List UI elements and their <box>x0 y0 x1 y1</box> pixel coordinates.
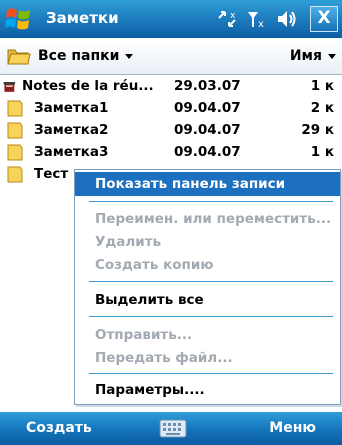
file-size: 29 к <box>301 122 334 138</box>
keyboard-icon[interactable] <box>159 419 187 438</box>
file-size: 2 к <box>310 100 334 116</box>
menu-item-options[interactable]: Параметры.... <box>75 378 340 402</box>
windows-start-icon[interactable] <box>4 4 34 34</box>
folder-dropdown-label: Все папки <box>38 48 120 64</box>
svg-text:x: x <box>230 11 236 21</box>
sort-dropdown-label: Имя <box>289 48 322 64</box>
list-item[interactable]: Заметка1 09.04.07 2 к <box>0 97 342 119</box>
svg-text:x: x <box>258 19 264 29</box>
menu-item-rename-move[interactable]: Переимен. или переместить... <box>75 207 340 231</box>
close-button[interactable]: X <box>310 6 338 32</box>
note-file-icon <box>3 82 16 92</box>
folder-bar: Все папки Имя <box>0 38 342 75</box>
signal-off-icon[interactable]: x <box>246 9 268 29</box>
menu-separator <box>89 373 333 374</box>
note-file-icon <box>7 166 23 183</box>
sort-dropdown[interactable]: Имя <box>290 48 336 64</box>
file-date: 09.04.07 <box>174 100 241 116</box>
folder-dropdown[interactable]: Все папки <box>6 44 134 68</box>
volume-icon[interactable] <box>276 9 298 29</box>
note-file-icon <box>7 122 23 139</box>
menu-separator <box>89 316 333 317</box>
new-softkey[interactable]: Создать <box>26 420 92 436</box>
file-size: 1 к <box>310 78 334 94</box>
connectivity-icon[interactable]: x <box>216 9 238 29</box>
note-file-icon <box>7 144 23 161</box>
list-item[interactable]: Заметка3 09.04.07 1 к <box>0 141 342 163</box>
menu-item-select-all[interactable]: Выделить все <box>75 288 340 312</box>
menu-item-beam-file[interactable]: Передать файл... <box>75 346 340 370</box>
menu-separator <box>89 281 333 282</box>
list-item[interactable]: Notes de la réu... 29.03.07 1 к <box>0 75 342 97</box>
folders-icon <box>7 49 31 65</box>
softkey-bar: Создать Меню <box>0 412 342 445</box>
menu-item-show-recording-toolbar[interactable]: Показать панель записи <box>75 172 340 196</box>
note-file-icon <box>7 100 23 117</box>
file-name: Заметка2 <box>34 122 109 138</box>
title-bar: Заметки x x X <box>0 0 342 38</box>
list-item[interactable]: Заметка2 09.04.07 29 к <box>0 119 342 141</box>
file-name: Заметка3 <box>34 144 109 160</box>
status-icons: x x <box>216 6 298 32</box>
window-title: Заметки <box>46 9 119 27</box>
context-menu: Показать панель записи Переимен. или пер… <box>74 169 341 405</box>
file-name: Notes de la réu... <box>22 78 154 94</box>
file-name: Заметка1 <box>34 100 109 116</box>
file-date: 29.03.07 <box>174 78 241 94</box>
menu-separator <box>89 201 333 202</box>
file-date: 09.04.07 <box>174 122 241 138</box>
menu-softkey[interactable]: Меню <box>269 420 316 436</box>
menu-item-send[interactable]: Отправить... <box>75 323 340 347</box>
file-size: 1 к <box>310 144 334 160</box>
file-date: 09.04.07 <box>174 144 241 160</box>
menu-item-delete[interactable]: Удалить <box>75 230 340 254</box>
chevron-down-icon <box>125 53 134 59</box>
chevron-down-icon <box>328 53 336 59</box>
menu-item-create-copy[interactable]: Создать копию <box>75 253 340 277</box>
